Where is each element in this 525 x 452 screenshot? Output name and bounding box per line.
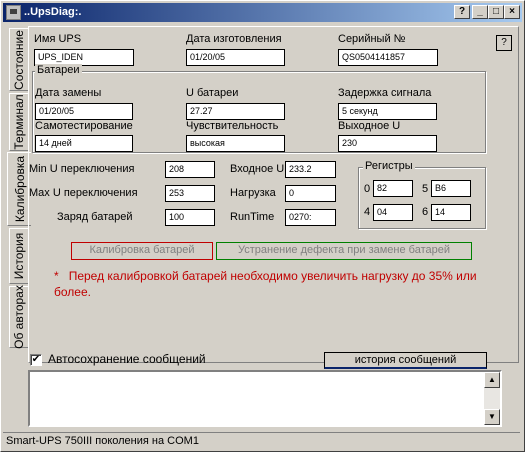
tab-terminal[interactable]: Терминал bbox=[9, 93, 29, 151]
message-history-button[interactable]: история сообщений bbox=[324, 352, 487, 369]
note-text: Перед калибровкой батарей необходимо уве… bbox=[54, 269, 477, 299]
charge-label: Заряд батарей bbox=[57, 211, 133, 223]
help-button[interactable]: ? bbox=[496, 35, 512, 51]
tab-status-label: Состояние bbox=[12, 29, 26, 90]
register-0-field[interactable]: 82 bbox=[373, 180, 413, 197]
tab-status[interactable]: Состояние bbox=[9, 28, 29, 91]
max-u-field[interactable]: 253 bbox=[165, 185, 215, 202]
window-title: ..UpsDiag:. bbox=[24, 6, 82, 18]
max-u-label: Max U переключения bbox=[29, 187, 138, 199]
load-field[interactable]: 0 bbox=[285, 185, 336, 202]
mfg-date-label: Дата изготовления bbox=[186, 33, 282, 45]
client-area: Состояние Терминал Калибровка История Об… bbox=[3, 23, 522, 449]
title-bar: ..UpsDiag:. ? _ □ × bbox=[3, 3, 522, 22]
sensitivity-field[interactable]: высокая bbox=[186, 135, 285, 152]
registers-group-title: Регистры bbox=[363, 160, 415, 172]
status-bar: Smart-UPS 750III поколения на COM1 bbox=[3, 432, 520, 449]
calibrate-batteries-button[interactable]: Калибровка батарей bbox=[71, 242, 213, 260]
input-u-field[interactable]: 233.2 bbox=[285, 161, 336, 178]
replace-date-field[interactable]: 01/20/05 bbox=[35, 103, 133, 120]
u-battery-field[interactable]: 27.27 bbox=[186, 103, 285, 120]
scroll-down-icon[interactable]: ▼ bbox=[484, 409, 500, 425]
minimize-button[interactable]: _ bbox=[472, 5, 488, 19]
runtime-field[interactable]: 0270: bbox=[285, 209, 336, 226]
tab-calibration-label: Калибровка bbox=[12, 155, 27, 223]
tab-about[interactable]: Об авторах bbox=[9, 285, 29, 349]
app-window: ..UpsDiag:. ? _ □ × Состояние Терминал К… bbox=[0, 0, 525, 452]
register-6-field[interactable]: 14 bbox=[431, 204, 471, 221]
runtime-label: RunTime bbox=[230, 211, 275, 223]
calibration-note: * Перед калибровкой батарей необходимо у… bbox=[54, 268, 494, 300]
battery-group: Батареи Дата замены 01/20/05 U батареи 2… bbox=[32, 64, 486, 153]
calibration-panel: Имя UPS UPS_IDEN Дата изготовления 01/20… bbox=[28, 26, 519, 363]
scroll-up-icon[interactable]: ▲ bbox=[484, 372, 500, 388]
tab-terminal-label: Терминал bbox=[12, 94, 26, 150]
charge-field[interactable]: 100 bbox=[165, 209, 215, 226]
min-u-field[interactable]: 208 bbox=[165, 161, 215, 178]
maximize-button[interactable]: □ bbox=[488, 5, 504, 19]
log-scrollbar[interactable]: ▲ ▼ bbox=[484, 372, 500, 425]
tab-history[interactable]: История bbox=[9, 228, 29, 284]
signal-delay-field[interactable]: 5 секунд bbox=[338, 103, 437, 120]
close-button[interactable]: × bbox=[504, 5, 520, 19]
autosave-label: Автосохранение сообщений bbox=[48, 352, 206, 366]
tab-about-label: Об авторах bbox=[12, 285, 26, 349]
app-icon bbox=[6, 5, 21, 20]
register-5-field[interactable]: B6 bbox=[431, 180, 471, 197]
min-u-label: Min U переключения bbox=[29, 163, 135, 175]
registers-group: Регистры 0 82 5 B6 4 04 6 14 bbox=[358, 160, 486, 229]
sensitivity-label: Чувствительность bbox=[186, 120, 279, 132]
battery-group-title: Батареи bbox=[35, 64, 82, 76]
note-asterisk: * bbox=[54, 269, 59, 283]
signal-delay-label: Задержка сигнала bbox=[338, 87, 432, 99]
output-u-label: Выходное U bbox=[338, 120, 401, 132]
serial-label: Серийный № bbox=[338, 33, 406, 45]
help-title-button[interactable]: ? bbox=[454, 5, 470, 19]
register-4-label: 4 bbox=[364, 206, 371, 218]
selftest-label: Самотестирование bbox=[35, 120, 133, 132]
mfg-date-field[interactable]: 01/20/05 bbox=[186, 49, 285, 66]
register-5-label: 5 bbox=[422, 183, 429, 195]
message-log[interactable]: ▲ ▼ bbox=[28, 370, 502, 427]
autosave-checkbox[interactable]: ✔ bbox=[30, 354, 42, 366]
ups-name-label: Имя UPS bbox=[34, 33, 82, 45]
serial-field[interactable]: QS0504141857 bbox=[338, 49, 438, 66]
selftest-field[interactable]: 14 дней bbox=[35, 135, 133, 152]
u-battery-label: U батареи bbox=[186, 87, 239, 99]
load-label: Нагрузка bbox=[230, 187, 276, 199]
register-6-label: 6 bbox=[422, 206, 429, 218]
tab-history-label: История bbox=[12, 232, 26, 280]
input-u-label: Входное U bbox=[230, 163, 285, 175]
fix-battery-defect-button[interactable]: Устранение дефекта при замене батарей bbox=[216, 242, 472, 260]
register-0-label: 0 bbox=[364, 183, 371, 195]
replace-date-label: Дата замены bbox=[35, 87, 102, 99]
output-u-field[interactable]: 230 bbox=[338, 135, 437, 152]
register-4-field[interactable]: 04 bbox=[373, 204, 413, 221]
